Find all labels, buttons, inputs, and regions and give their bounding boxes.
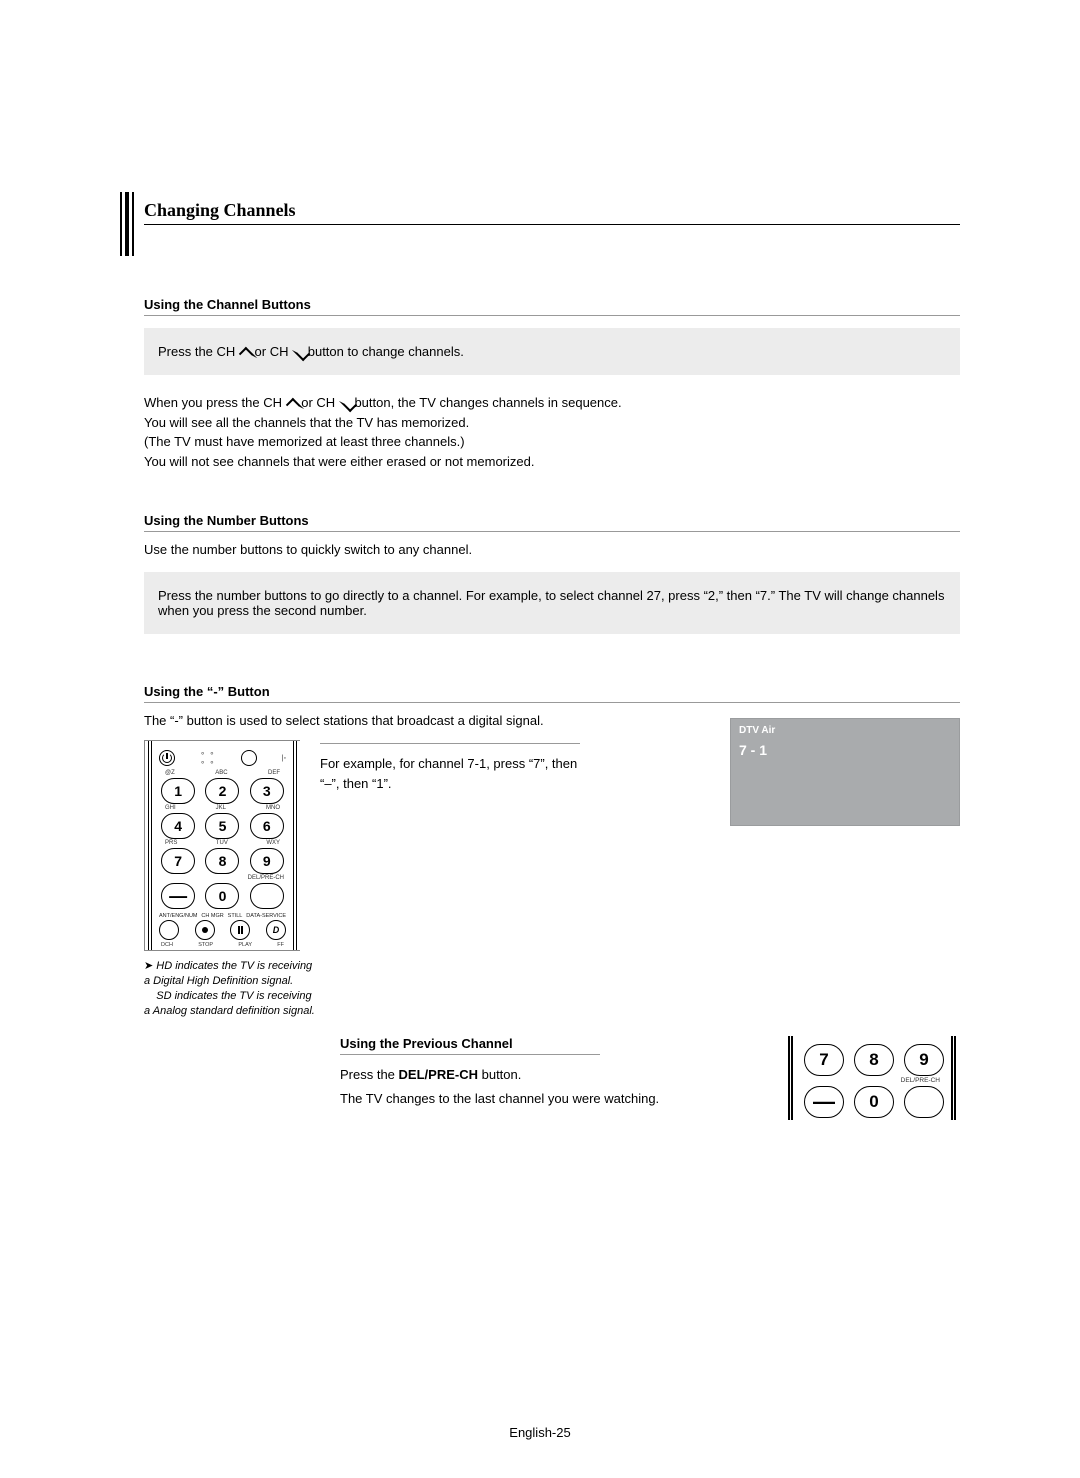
plain-circle-icon <box>241 750 257 766</box>
remote-button-0: 0 <box>205 883 239 909</box>
remote-button-8: 8 <box>205 848 239 874</box>
gray-box-2: Press the number buttons to go directly … <box>144 572 960 634</box>
chevron-up-icon <box>239 349 251 357</box>
tv-screen-thumbnail: DTV Air 7 - 1 <box>730 718 960 826</box>
remote-button-0: 0 <box>854 1086 894 1118</box>
d-button: D <box>266 920 286 940</box>
footnote-line2: SD indicates the TV is receiving a Analo… <box>144 990 315 1017</box>
s4-l1b: button. <box>482 1067 522 1082</box>
record-icon <box>195 920 215 940</box>
s1-l1a: When you press the CH <box>144 395 286 410</box>
label-dch: DCH <box>161 942 173 948</box>
label-abc: ABC <box>215 770 227 776</box>
pause-icon <box>230 920 250 940</box>
remote-button-9: 9 <box>250 848 284 874</box>
dots-icon: ∘ ∘∘ ∘ <box>200 749 215 767</box>
label-stop: STOP <box>198 942 213 948</box>
tv-source-label: DTV Air <box>731 719 959 742</box>
remote-illustration: ∘ ∘∘ ∘ |◦ @Z ABC DEF 1 2 3 <box>144 740 300 951</box>
label-chmgr: CH MGR <box>201 913 223 919</box>
gray1-text-a: Press the CH <box>158 344 239 359</box>
label-mno: MNO <box>266 805 280 811</box>
footnote-block: ➤ HD indicates the TV is receiving a Dig… <box>144 959 316 1018</box>
subheading-dash-button: Using the “-” Button <box>144 684 960 703</box>
remote-button-7: 7 <box>804 1044 844 1076</box>
remote-button-1: 1 <box>161 778 195 804</box>
remote-button-8: 8 <box>854 1044 894 1076</box>
s1-l2: You will see all the channels that the T… <box>144 415 469 430</box>
label-jkl: JKL <box>216 805 226 811</box>
label-del-pre-ch: DEL/PRE-CH <box>790 1077 940 1084</box>
section3-example: For example, for channel 7-1, press “7”,… <box>320 754 580 793</box>
remote-button-9: 9 <box>904 1044 944 1076</box>
s4-l1-bold: DEL/PRE-CH <box>399 1067 478 1082</box>
label-anteng: ANT/ENG/NUM <box>159 913 198 919</box>
page-heading: Changing Channels <box>144 200 960 225</box>
remote-button-3: 3 <box>250 778 284 804</box>
gray1-text-c: button to change channels. <box>308 344 464 359</box>
label-wxy: WXY <box>266 840 280 846</box>
subheading-number-buttons: Using the Number Buttons <box>144 513 960 532</box>
page-number: English-25 <box>0 1425 1080 1440</box>
section-graphic-bar <box>120 192 134 256</box>
remote-button-7: 7 <box>161 848 195 874</box>
label-still: STILL <box>228 913 243 919</box>
remote-button-del-pre-ch <box>904 1086 944 1118</box>
chevron-down-icon <box>339 400 351 408</box>
label-tuv: TUV <box>216 840 228 846</box>
label-prs: PRS <box>165 840 177 846</box>
remote-button-2: 2 <box>205 778 239 804</box>
s1-l1b: or CH <box>301 395 339 410</box>
remote-button-4: 4 <box>161 813 195 839</box>
remote-button-del-pre-ch <box>250 883 284 909</box>
section1-body: When you press the CH or CH button, the … <box>144 393 960 471</box>
gray-box-1: Press the CH or CH button to change chan… <box>144 328 960 375</box>
label-del-pre-ch: DEL/PRE-CH <box>248 875 284 881</box>
s1-l1c: button, the TV changes channels in seque… <box>354 395 621 410</box>
label-az: @Z <box>165 770 175 776</box>
gray1-text-b: or CH <box>255 344 293 359</box>
remote-button-dash: — <box>161 883 195 909</box>
footnote-line1: HD indicates the TV is receiving a Digit… <box>144 960 312 987</box>
s4-l1a: Press the <box>340 1067 399 1082</box>
section2-lead: Use the number buttons to quickly switch… <box>144 540 960 560</box>
chevron-down-icon <box>292 349 304 357</box>
s1-l4: You will not see channels that were eith… <box>144 454 534 469</box>
s4-l2: The TV changes to the last channel you w… <box>340 1089 760 1109</box>
remote-button-6: 6 <box>250 813 284 839</box>
label-ghi: GHI <box>165 805 176 811</box>
s1-l3: (The TV must have memorized at least thr… <box>144 434 465 449</box>
label-play: PLAY <box>238 942 252 948</box>
remote-closeup-illustration: 7 8 9 DEL/PRE-CH — 0 <box>784 1036 960 1120</box>
chevron-up-icon <box>286 400 298 408</box>
tv-channel-display: 7 - 1 <box>731 742 959 758</box>
power-icon <box>159 750 175 766</box>
label-dataservice: DATA-SERVICE <box>246 913 286 919</box>
remote-button-5: 5 <box>205 813 239 839</box>
label-ff: FF <box>277 942 284 948</box>
subheading-channel-buttons: Using the Channel Buttons <box>144 297 960 316</box>
remote-button-dash: — <box>804 1086 844 1118</box>
label-def: DEF <box>268 770 280 776</box>
subheading-previous-channel: Using the Previous Channel <box>340 1036 600 1055</box>
circle-button-a <box>159 920 179 940</box>
